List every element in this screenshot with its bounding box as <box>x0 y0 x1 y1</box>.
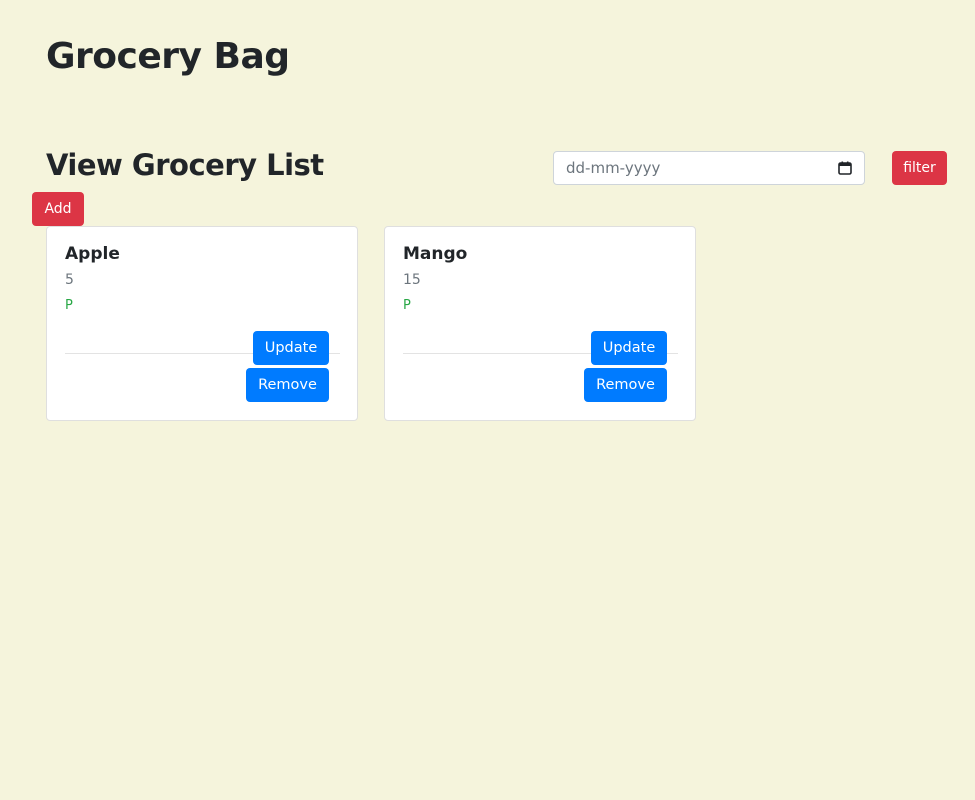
update-button[interactable]: Update <box>591 331 667 365</box>
filter-button[interactable]: filter <box>892 151 947 185</box>
app-title: Grocery Bag <box>46 36 290 77</box>
date-placeholder: dd-mm-yyyy <box>566 159 661 177</box>
grocery-card-mango: Mango 15 P Update Remove <box>384 226 696 421</box>
item-status: P <box>65 298 73 313</box>
item-quantity: 5 <box>65 272 74 288</box>
item-quantity: 15 <box>403 272 421 288</box>
remove-button[interactable]: Remove <box>584 368 667 402</box>
grocery-bag-page: Grocery Bag View Grocery List dd-mm-yyyy… <box>0 0 975 800</box>
item-name: Mango <box>403 244 468 264</box>
remove-button[interactable]: Remove <box>246 368 329 402</box>
grocery-card-apple: Apple 5 P Update Remove <box>46 226 358 421</box>
item-name: Apple <box>65 244 120 264</box>
date-filter-input[interactable]: dd-mm-yyyy <box>553 151 865 185</box>
section-title: View Grocery List <box>46 148 324 182</box>
update-button[interactable]: Update <box>253 331 329 365</box>
add-button[interactable]: Add <box>32 192 84 226</box>
item-status: P <box>403 298 411 313</box>
calendar-icon[interactable] <box>838 161 852 175</box>
